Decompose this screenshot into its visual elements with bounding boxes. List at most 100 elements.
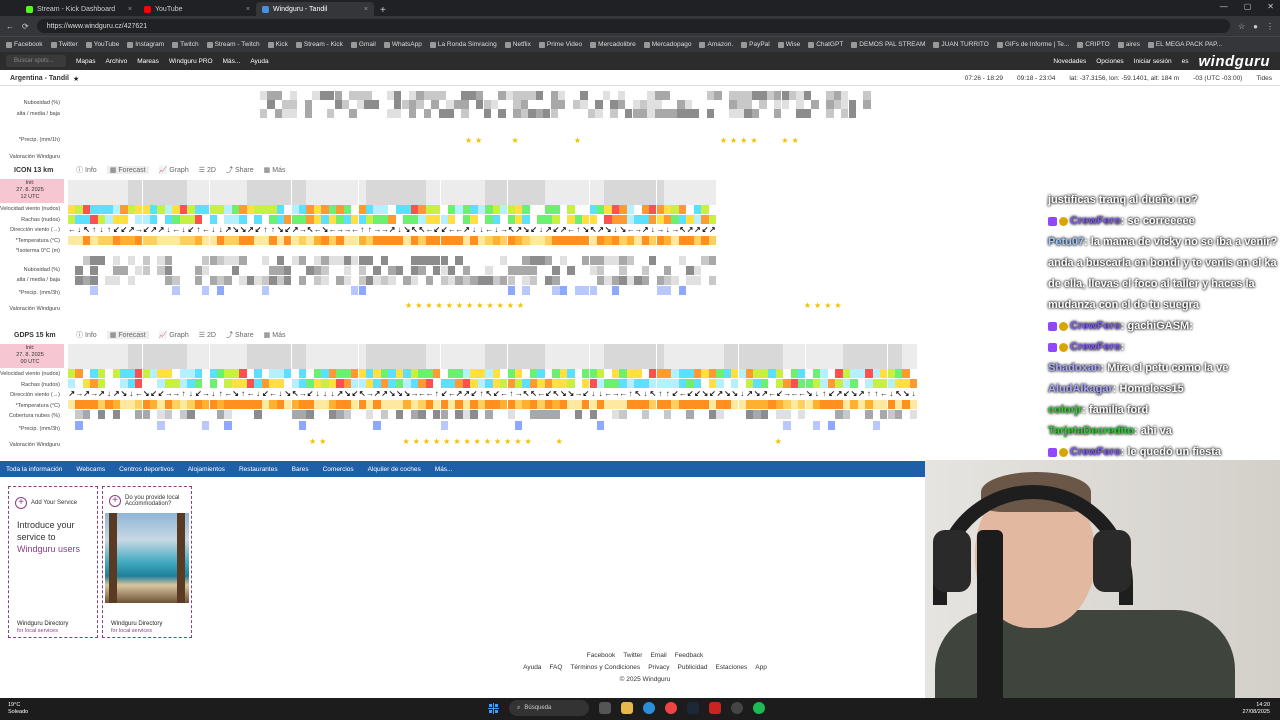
news-link[interactable]: Novedades — [1053, 58, 1086, 65]
chat-username[interactable]: AludAlkagar — [1048, 383, 1113, 395]
footer-link[interactable]: Publicidad — [678, 662, 708, 674]
nav-item[interactable]: Ayuda — [250, 58, 268, 65]
language-select[interactable]: es — [1182, 58, 1189, 65]
footer-nav-item[interactable]: Comercios — [323, 466, 354, 473]
footer-nav-item[interactable]: Alquiler de coches — [368, 466, 421, 473]
footer-nav-item[interactable]: Toda la información — [6, 466, 62, 473]
nav-item[interactable]: Mapas — [76, 58, 96, 65]
spotify-icon[interactable] — [753, 702, 765, 714]
reload-icon[interactable]: ⟳ — [22, 22, 29, 31]
app-icon[interactable] — [709, 702, 721, 714]
facebook-link[interactable]: Facebook — [587, 650, 616, 662]
twitter-link[interactable]: Twitter — [623, 650, 642, 662]
bookmark-item[interactable]: La Ronda Simracing — [429, 41, 497, 48]
footer-link[interactable]: Términos y Condiciones — [570, 662, 640, 674]
bookmark-item[interactable]: Amazon. — [699, 41, 733, 48]
more-button[interactable]: ▦ Más — [264, 331, 286, 340]
bookmark-item[interactable]: WhatsApp — [383, 41, 422, 48]
spot-search-input[interactable]: Buscar spots... — [6, 55, 66, 67]
bookmark-item[interactable]: YouTube — [85, 41, 119, 48]
chat-username[interactable]: CrewFero — [1070, 320, 1121, 332]
bookmark-item[interactable]: aires — [1117, 41, 1140, 48]
nav-item[interactable]: Mareas — [137, 58, 159, 65]
nav-item[interactable]: Windguru PRO — [169, 58, 213, 65]
tab-info[interactable]: ⓘ Info — [76, 165, 97, 175]
tab-2d[interactable]: ☰ 2D — [199, 166, 216, 175]
windguru-logo[interactable]: windguru — [1199, 53, 1271, 70]
tab-forecast[interactable]: ▦ Forecast — [106, 166, 149, 174]
email-link[interactable]: Email — [650, 650, 666, 662]
bookmark-item[interactable]: EL MEGA PACK PAP... — [1147, 41, 1222, 48]
footer-link[interactable]: FAQ — [549, 662, 562, 674]
chat-username[interactable]: Petu07 — [1048, 236, 1084, 248]
chat-username[interactable]: Shadoxan — [1048, 362, 1101, 374]
url-input[interactable]: https://www.windguru.cz/427621 — [36, 19, 1230, 33]
bookmark-item[interactable]: Netflix — [504, 41, 531, 48]
directory-card[interactable]: + Do you provide local Accommodation? Win… — [102, 486, 192, 638]
footer-nav-item[interactable]: Webcams — [76, 466, 105, 473]
directory-card[interactable]: + Add Your Service Introduce your service… — [8, 486, 98, 638]
bookmark-item[interactable]: Gmail — [350, 41, 376, 48]
tab-info[interactable]: ⓘ Info — [76, 330, 97, 340]
bookmark-item[interactable]: Prime Video — [538, 41, 582, 48]
footer-nav-item[interactable]: Centros deportivos — [119, 466, 174, 473]
nav-item[interactable]: Más... — [223, 58, 241, 65]
widgets-icon[interactable] — [599, 702, 611, 714]
nav-item[interactable]: Archivo — [106, 58, 128, 65]
favorite-star-icon[interactable]: ★ — [73, 75, 79, 83]
maximize-icon[interactable]: ▢ — [1244, 2, 1252, 11]
tab-forecast[interactable]: ▦ Forecast — [106, 331, 149, 339]
tab-graph[interactable]: 📈 Graph — [159, 331, 189, 340]
star-icon[interactable]: ☆ — [1238, 22, 1245, 31]
bookmark-item[interactable]: Wise — [777, 41, 800, 48]
chat-username[interactable]: CrewFero — [1070, 215, 1121, 227]
tides-link[interactable]: Tides — [1256, 75, 1272, 82]
back-icon[interactable]: ← — [6, 22, 14, 31]
bookmark-item[interactable]: ChatGPT — [808, 41, 843, 48]
system-clock[interactable]: 14:20 27/08/2025 — [1242, 702, 1270, 716]
bookmark-item[interactable]: Twitter — [50, 41, 78, 48]
browser-tab[interactable]: YouTube × — [138, 2, 256, 16]
tab-graph[interactable]: 📈 Graph — [159, 166, 189, 175]
browser-tab[interactable]: Stream - Kick Dashboard × — [20, 2, 138, 16]
bookmark-item[interactable]: JUAN TURRITO — [933, 41, 989, 48]
add-service[interactable]: + Add Your Service — [9, 487, 97, 519]
footer-nav-item[interactable]: Más... — [435, 466, 453, 473]
chat-username[interactable]: CrewFero — [1070, 341, 1121, 353]
login-link[interactable]: Iniciar sesión — [1134, 58, 1172, 65]
footer-link[interactable]: Estaciones — [716, 662, 748, 674]
chrome-icon[interactable] — [665, 702, 677, 714]
add-accommodation[interactable]: + Do you provide local Accommodation? — [103, 487, 191, 509]
new-tab-icon[interactable]: + — [374, 5, 392, 16]
edge-icon[interactable] — [643, 702, 655, 714]
obs-icon[interactable] — [731, 702, 743, 714]
file-explorer-icon[interactable] — [621, 702, 633, 714]
chat-username[interactable]: TarjetaDecredito — [1048, 425, 1134, 437]
options-link[interactable]: Opciones — [1096, 58, 1123, 65]
share-button[interactable]: ⤴ Share — [226, 165, 254, 175]
bookmark-item[interactable]: Kick — [267, 41, 288, 48]
close-tab-icon[interactable]: × — [128, 6, 132, 13]
bookmark-item[interactable]: Mercadolibre — [590, 41, 636, 48]
footer-link[interactable]: Privacy — [648, 662, 669, 674]
bookmark-item[interactable]: Stream - Kick — [295, 41, 343, 48]
footer-nav-item[interactable]: Restaurantes — [239, 466, 278, 473]
close-tab-icon[interactable]: × — [364, 6, 368, 13]
bookmark-item[interactable]: Twitch — [172, 41, 199, 48]
bookmark-item[interactable]: GIFs de Informe | Te... — [996, 41, 1069, 48]
minimize-icon[interactable]: — — [1220, 2, 1228, 11]
bookmark-item[interactable]: Stream - Twitch — [206, 41, 260, 48]
bookmark-item[interactable]: Instagram — [127, 41, 164, 48]
browser-tab[interactable]: Windguru - Tandil × — [256, 2, 374, 16]
feedback-link[interactable]: Feedback — [675, 650, 704, 662]
footer-nav-item[interactable]: Alojamientos — [188, 466, 225, 473]
bookmark-item[interactable]: Mercadopago — [643, 41, 691, 48]
taskbar-search[interactable]: ⌕ Búsqueda — [509, 700, 589, 716]
chat-username[interactable]: colorjr — [1048, 404, 1082, 416]
footer-link[interactable]: App — [755, 662, 767, 674]
close-tab-icon[interactable]: × — [246, 6, 250, 13]
menu-icon[interactable]: ⋮ — [1266, 22, 1274, 31]
bookmark-item[interactable]: DEMOS PAL STREAM — [851, 41, 925, 48]
tab-2d[interactable]: ☰ 2D — [199, 331, 216, 340]
share-button[interactable]: ⤴ Share — [226, 330, 254, 340]
